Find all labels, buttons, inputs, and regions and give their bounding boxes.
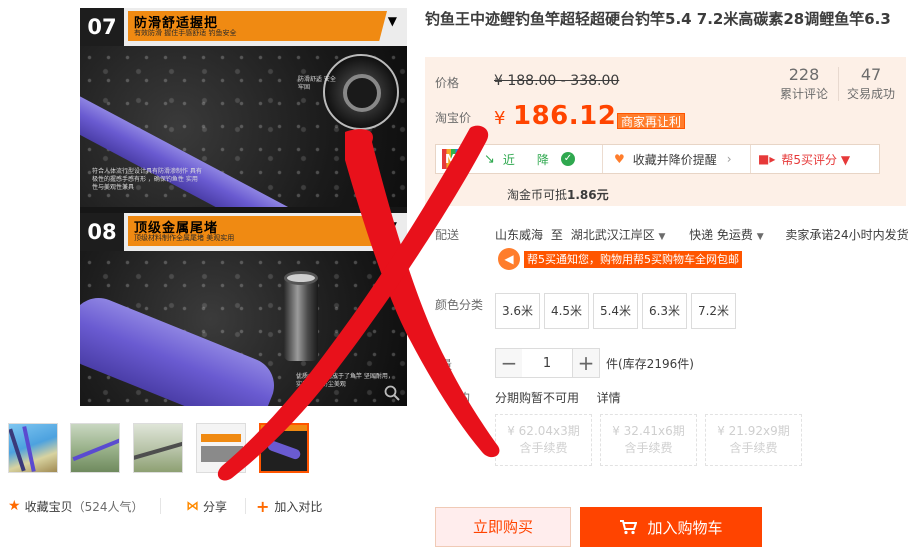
trend-arrow-icon: ↘ [484, 151, 495, 167]
add-to-cart-button[interactable]: 加入购物车 [580, 507, 762, 547]
original-price: ¥ 188.00 - 338.00 [494, 73, 620, 89]
buy-now-button[interactable]: 立即购买 [435, 507, 571, 547]
heart-icon: ♥ [614, 152, 625, 166]
thumbnail-5[interactable] [259, 423, 309, 473]
sku-option[interactable]: 6.3米 [642, 293, 687, 329]
quantity-input[interactable]: 1 [522, 348, 572, 378]
quantity-minus-button[interactable]: − [495, 348, 523, 378]
taobao-price-label: 淘宝价 [435, 111, 472, 125]
chevron-down-icon: ▼ [387, 14, 397, 28]
cart-icon [620, 520, 638, 535]
compare-button[interactable]: + 加入对比 [256, 496, 322, 516]
image-panel-endcap: 08 顶级金属尾堵 顶级材料制作全属尾堵 美观实用 ▼ 优质金属尾堵放于了鱼竿 … [80, 213, 407, 406]
promo-badge: 商家再让利 [617, 113, 686, 129]
sales-count: 47 交易成功 [846, 65, 895, 101]
caret-down-icon: ▼ [658, 232, 666, 242]
shipping-label: 配送 [435, 228, 460, 242]
sku-option[interactable]: 5.4米 [593, 293, 638, 329]
m-logo-icon: M [442, 149, 460, 169]
shipping-announcement[interactable]: ◀ 帮5买通知您，购物用帮5买购物车全网包邮 [498, 248, 742, 270]
coin-deduction: 淘金币可抵1.86元 [507, 188, 609, 202]
metal-end-cap [284, 275, 318, 361]
thumbnail-strip [8, 423, 318, 473]
currency-symbol: ¥ [494, 108, 506, 129]
grip-closeup [323, 54, 399, 130]
favorite-count: （524人气） [72, 499, 144, 514]
thumbnail-3[interactable] [133, 423, 183, 473]
panel-note: 符合人体流行型设计具有防滑渗制作 具有极性的握感手感有形 ，确保钓鱼性 实用性与… [92, 168, 202, 191]
gallery-actions: ★ 收藏宝贝 （524人气） ⋈ 分享 + 加入对比 [8, 496, 338, 516]
plus-icon: + [256, 496, 270, 516]
review-count[interactable]: 228 累计评论 [772, 65, 836, 103]
installment-status: 分期购暂不可用 详情 [495, 391, 621, 405]
chevron-down-icon: ▼ [387, 219, 397, 233]
thumbnail-1[interactable] [8, 423, 58, 473]
thumbnail-4[interactable] [196, 423, 246, 473]
quantity-label: 量 [440, 358, 453, 372]
panel-note-right: 防滑舒适 安全牢固 [298, 76, 336, 91]
collect-alert-button[interactable]: ♥ 收藏并降价提醒 › [614, 145, 732, 173]
ship-from: 山东威海 [495, 228, 544, 242]
sku-option[interactable]: 7.2米 [691, 293, 736, 329]
price-history-button[interactable]: ↘ 近 降 ✓ [484, 145, 575, 173]
truck-icon: ■▸ [758, 152, 776, 166]
panel-subtitle: 有效防滑 握住手感舒适 钓鱼安全 [134, 29, 237, 37]
main-product-image[interactable]: 07 防滑舒适握把 有效防滑 握住手感舒适 钓鱼安全 ▼ 防滑舒适 安全牢固 符… [80, 8, 407, 406]
price-panel: 价格 ¥ 188.00 - 338.00 228 累计评论 47 交易成功 淘宝… [425, 57, 906, 206]
panel-subtitle: 顶级材料制作全属尾堵 美观实用 [134, 234, 235, 242]
ship-method-select[interactable]: 快递 免运费 ▼ [689, 228, 764, 242]
installment-plan[interactable]: ¥ 62.04x3期 含手续费 [495, 414, 592, 466]
sku-option[interactable]: 3.6米 [495, 293, 540, 329]
chevron-right-icon: › [726, 152, 732, 166]
thumbnail-2[interactable] [70, 423, 120, 473]
installment-plan[interactable]: ¥ 32.41x6期 含手续费 [600, 414, 697, 466]
add-to-cart-label: 加入购物车 [647, 518, 723, 537]
quantity-plus-button[interactable]: + [572, 348, 600, 378]
panel-number: 08 [80, 213, 124, 251]
share-label: 分享 [203, 499, 228, 514]
current-price: 186.12 [513, 101, 617, 131]
compare-label: 加入对比 [274, 499, 323, 514]
price-trend-button[interactable]: M [442, 145, 460, 173]
installment-label: 购 [458, 391, 471, 405]
price-label: 价格 [435, 76, 460, 90]
star-icon: ★ [8, 498, 21, 514]
image-panel-grip: 07 防滑舒适握把 有效防滑 握住手感舒适 钓鱼安全 ▼ 防滑舒适 安全牢固 符… [80, 8, 407, 207]
installment-plan[interactable]: ¥ 21.92x9期 含手续费 [705, 414, 802, 466]
caret-down-icon: ▼ [756, 232, 764, 242]
share-icon: ⋈ [186, 498, 199, 514]
shipping-line: 山东威海 至 湖北武汉江岸区 ▼ 快递 免运费 ▼ 卖家承诺24小时内发货 [495, 228, 908, 242]
favorite-label: 收藏宝贝 [24, 499, 73, 514]
megaphone-icon: ◀ [498, 248, 520, 270]
share-button[interactable]: ⋈ 分享 [186, 496, 227, 516]
product-title: 钓鱼王中迹鲤钓鱼竿超轻超硬台钓竿5.4 7.2米高碳素28调鲤鱼竿6.3 [425, 10, 891, 28]
stock-info: 件(库存2196件) [606, 357, 694, 371]
ship-to-select[interactable]: 湖北武汉江岸区 ▼ [571, 228, 666, 242]
magnifier-icon[interactable] [384, 385, 400, 401]
ship-promise: 卖家承诺24小时内发货 [785, 228, 908, 242]
product-page: 07 防滑舒适握把 有效防滑 握住手感舒适 钓鱼安全 ▼ 防滑舒适 安全牢固 符… [0, 0, 908, 551]
installment-detail-link[interactable]: 详情 [597, 391, 621, 405]
check-circle-icon: ✓ [560, 152, 575, 166]
sku-label: 颜色分类 [435, 298, 484, 312]
panel-note: 优质金属尾堵放于了鱼竿 坚固耐用，实用工具 防尘美观 [296, 373, 394, 388]
rating-dropdown[interactable]: ■▸ 帮5买评分 ▼ [758, 145, 850, 173]
panel-number: 07 [80, 8, 124, 46]
price-action-bar: M ↘ 近 降 ✓ ♥ 收藏并降价提醒 › ■▸ 帮5买评分 ▼ [435, 144, 880, 174]
sku-option[interactable]: 4.5米 [544, 293, 589, 329]
favorite-button[interactable]: ★ 收藏宝贝 （524人气） [8, 496, 143, 516]
